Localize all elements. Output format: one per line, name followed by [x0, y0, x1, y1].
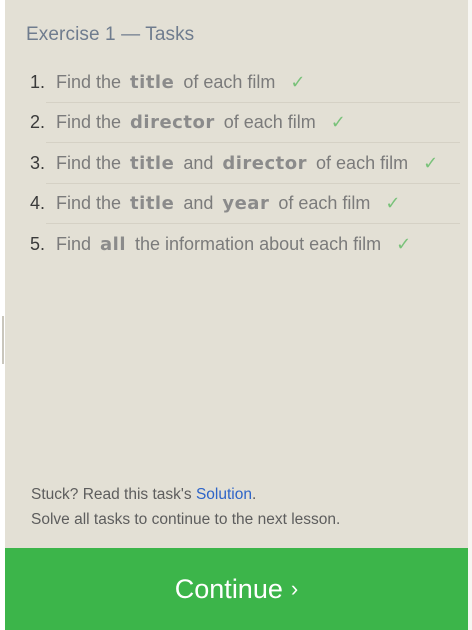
right-edge — [468, 0, 472, 630]
task-keyword: title — [130, 71, 175, 93]
continue-button[interactable]: Continue › — [5, 548, 468, 630]
task-keyword: director — [222, 152, 308, 174]
task-item: 5. Find all the information about each f… — [24, 224, 460, 265]
task-text: of each film — [278, 193, 371, 214]
task-text: of each film — [183, 71, 276, 92]
task-item: 4. Find the title and year of each film … — [24, 184, 460, 225]
task-keyword: all — [100, 233, 127, 255]
instruction-line: Solve all tasks to continue to the next … — [31, 511, 341, 528]
task-keyword: title — [130, 193, 175, 215]
task-text: Find — [56, 233, 92, 254]
stuck-text: Stuck? Read this task's — [31, 486, 196, 503]
task-number: 2. — [30, 112, 46, 133]
task-text: Find the — [56, 152, 122, 173]
stuck-line: Stuck? Read this task's Solution. — [31, 482, 340, 507]
task-keyword: year — [222, 193, 270, 215]
task-item: 1. Find the title of each film ✓ — [24, 62, 460, 103]
task-number: 5. — [30, 233, 46, 254]
task-text: of each film — [223, 112, 316, 133]
task-text: Find the — [56, 71, 122, 92]
scroll-edge-indicator — [2, 316, 4, 364]
task-list: 1. Find the title of each film ✓ 2. Find… — [24, 62, 460, 265]
task-text: of each film — [316, 152, 409, 173]
task-text: Find the — [56, 193, 122, 214]
continue-label: Continue — [174, 573, 283, 604]
check-icon: ✓ — [423, 152, 439, 173]
task-text: Find the — [56, 112, 122, 133]
task-keyword: title — [130, 152, 175, 174]
task-text: and — [183, 193, 214, 214]
task-keyword: director — [130, 112, 215, 134]
panel-title: Exercise 1 — Tasks — [26, 24, 195, 45]
task-number: 3. — [30, 152, 46, 173]
stuck-suffix: . — [251, 486, 257, 503]
task-text: the information about each film — [135, 233, 382, 254]
task-item: 3. Find the title and director of each f… — [24, 143, 460, 184]
check-icon: ✓ — [290, 71, 306, 92]
check-icon: ✓ — [385, 193, 401, 214]
check-icon: ✓ — [396, 233, 412, 254]
task-text: and — [183, 152, 214, 173]
help-footer: Stuck? Read this task's Solution. Solve … — [31, 482, 340, 532]
task-number: 4. — [30, 193, 46, 214]
task-item: 2. Find the director of each film ✓ — [24, 103, 460, 144]
chevron-right-icon: › — [290, 576, 299, 601]
check-icon: ✓ — [330, 112, 346, 133]
solution-link[interactable]: Solution — [196, 486, 252, 503]
task-number: 1. — [30, 71, 46, 92]
